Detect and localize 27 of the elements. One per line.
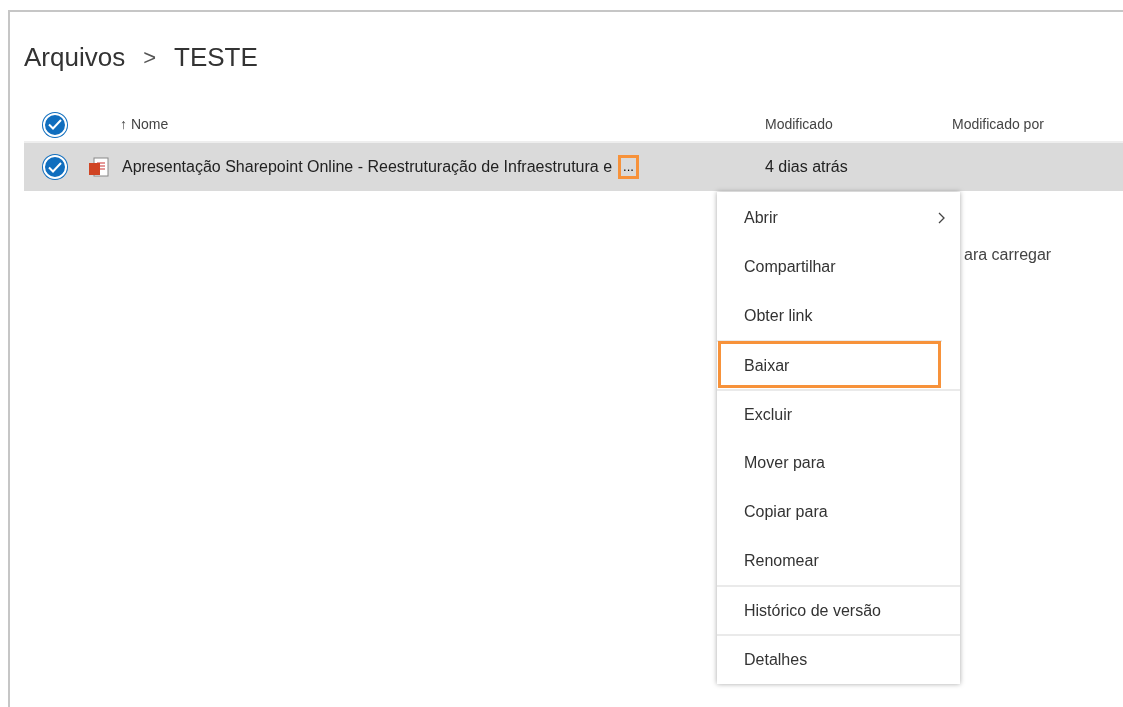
breadcrumb-separator: >: [143, 44, 156, 72]
menu-item[interactable]: Mover para: [717, 438, 960, 487]
more-button[interactable]: ...: [618, 155, 639, 179]
checkbox[interactable]: [43, 155, 67, 179]
status-text: ara carregar: [964, 245, 1052, 265]
column-header[interactable]: ↑ Nome: [120, 114, 169, 135]
menu-item[interactable]: Detalhes: [717, 634, 960, 683]
column-header[interactable]: Modificado por: [952, 116, 1044, 132]
checkmark-icon: [48, 161, 62, 173]
menu-item[interactable]: Excluir: [717, 389, 960, 438]
menu-item[interactable]: Histórico de versão: [717, 585, 960, 634]
menu-item[interactable]: Abrir: [717, 193, 960, 242]
file-row[interactable]: Apresentação Sharepoint Online - Reestruturação de Infraestrutura e ... 4 dias atrás: [24, 143, 1123, 191]
menu-item[interactable]: Baixar: [717, 340, 942, 389]
column-header[interactable]: Modificado: [765, 116, 833, 132]
menu-item[interactable]: Compartilhar: [717, 242, 960, 291]
checkmark-icon: [48, 119, 62, 130]
document-icon: [88, 156, 110, 178]
menu-item[interactable]: Renomear: [717, 536, 960, 585]
modified-date: 4 dias atrás: [765, 158, 848, 175]
breadcrumb-item[interactable]: Arquivos: [24, 38, 126, 77]
file-name[interactable]: Apresentação Sharepoint Online - Reestruturação de Infraestrutura e: [122, 155, 613, 179]
menu-item[interactable]: Obter link: [717, 291, 960, 340]
chevron-icon: [938, 211, 946, 224]
checkbox[interactable]: [43, 112, 67, 137]
breadcrumb-item[interactable]: TESTE: [174, 38, 258, 77]
menu-item[interactable]: Copiar para: [717, 487, 960, 536]
